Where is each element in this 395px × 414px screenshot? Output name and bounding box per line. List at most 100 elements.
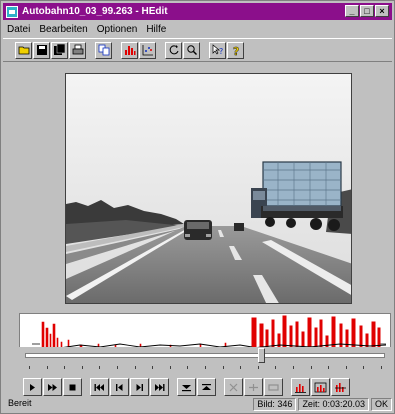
save-button[interactable] <box>33 41 50 59</box>
status-message: Bereit <box>8 397 32 408</box>
cut-icon <box>229 383 238 391</box>
slider-tick <box>310 366 312 369</box>
menu-optionen[interactable]: Optionen <box>97 24 138 35</box>
histogram-small-icon <box>295 383 306 393</box>
slider-tick <box>328 366 330 369</box>
split-icon <box>249 383 258 391</box>
slider-ticks <box>29 366 382 370</box>
slider-tick <box>275 366 277 369</box>
close-button[interactable]: × <box>375 5 389 17</box>
step-back-button[interactable] <box>110 378 129 396</box>
maximize-button[interactable]: □ <box>360 5 374 17</box>
slider-tick <box>64 366 66 369</box>
open-button[interactable] <box>15 41 32 59</box>
save-icon <box>36 45 47 55</box>
print-icon <box>72 44 83 55</box>
step-forward-icon <box>136 383 143 391</box>
mark-down-icon <box>182 384 191 391</box>
slider-tick <box>222 366 224 369</box>
histogram-diff-icon <box>335 382 346 392</box>
fast-forward-icon <box>48 383 57 391</box>
menu-hilfe[interactable]: Hilfe <box>146 24 166 35</box>
menu-bearbeiten[interactable]: Bearbeiten <box>39 24 87 35</box>
frame-number: Bild: 346 <box>253 397 297 411</box>
histogram-button[interactable] <box>121 41 138 59</box>
slider-tick <box>81 366 83 369</box>
slider-tick <box>46 366 48 369</box>
toolbar: ? ? <box>3 38 392 62</box>
slider-tick <box>29 366 30 369</box>
play-icon <box>30 383 35 391</box>
menu-datei[interactable]: Datei <box>7 24 30 35</box>
histogram-icon <box>124 46 135 55</box>
stop-button[interactable] <box>63 378 82 396</box>
svg-text:?: ? <box>219 47 223 56</box>
video-panel <box>19 65 379 312</box>
help-icon: ? <box>232 45 239 56</box>
slider-tick <box>187 366 189 369</box>
timecode: Zeit: 0:03:20.03 <box>298 397 369 411</box>
context-help-button[interactable]: ? <box>209 41 226 59</box>
skip-first-icon <box>94 383 104 391</box>
mark-out-button[interactable] <box>197 378 216 396</box>
merge-button[interactable] <box>264 378 283 396</box>
app-window: Autobahn10_03_99.263 - HEdit _ □ × Datei… <box>0 0 395 414</box>
open-folder-icon <box>18 46 29 55</box>
title-bar[interactable]: Autobahn10_03_99.263 - HEdit _ □ × <box>3 3 392 20</box>
help-button[interactable]: ? <box>227 41 244 59</box>
zoom-button[interactable] <box>183 41 200 59</box>
slider-tick <box>257 366 259 369</box>
merge-icon <box>268 383 279 391</box>
mark-in-button[interactable] <box>177 378 196 396</box>
copy-button[interactable] <box>95 41 112 59</box>
step-forward-button[interactable] <box>130 378 149 396</box>
window-controls: _ □ × <box>345 5 389 17</box>
histogram-view-button[interactable] <box>291 378 310 396</box>
slider-tick <box>152 366 154 369</box>
slider-tick <box>381 366 382 369</box>
step-back-icon <box>116 383 123 391</box>
slider-tick <box>99 366 101 369</box>
skip-last-icon <box>155 383 165 391</box>
split-button[interactable] <box>244 378 263 396</box>
histogram-compare-button[interactable] <box>311 378 330 396</box>
app-icon[interactable] <box>6 5 18 18</box>
highway-scene-image <box>66 74 351 303</box>
play-button[interactable] <box>23 378 42 396</box>
status-bar: Bereit Bild: 346 Zeit: 0:03:20.03 OK <box>3 397 392 411</box>
slider-tick <box>363 366 365 369</box>
slider-tick <box>169 366 171 369</box>
help-pointer-icon: ? <box>212 44 223 56</box>
slider-tick <box>293 366 294 369</box>
svg-text:?: ? <box>233 45 239 56</box>
stop-icon <box>69 384 76 390</box>
slider-tick <box>345 366 347 369</box>
slider-tick <box>205 366 206 369</box>
status-ok: OK <box>370 397 392 411</box>
cut-button[interactable] <box>224 378 243 396</box>
fast-forward-button[interactable] <box>43 378 62 396</box>
copy-icon <box>98 44 109 56</box>
rotate-icon <box>169 45 178 55</box>
menu-bar: Datei Bearbeiten Optionen Hilfe <box>3 22 392 36</box>
rotate-button[interactable] <box>165 41 182 59</box>
slider-track[interactable] <box>25 353 385 358</box>
video-frame[interactable] <box>65 73 352 304</box>
skip-last-button[interactable] <box>150 378 169 396</box>
mark-up-icon <box>202 383 211 390</box>
scatter-button[interactable] <box>139 41 156 59</box>
histogram-diff-button[interactable] <box>331 378 350 396</box>
histogram-compare-icon <box>314 382 327 392</box>
save-all-icon <box>53 44 65 55</box>
window-title: Autobahn10_03_99.263 - HEdit <box>22 6 168 17</box>
frame-slider[interactable] <box>19 347 391 371</box>
zoom-icon <box>186 45 197 55</box>
skip-first-button[interactable] <box>90 378 109 396</box>
print-button[interactable] <box>69 41 86 59</box>
slider-tick <box>134 366 136 369</box>
slider-tick <box>240 366 242 369</box>
scatter-icon <box>142 45 153 56</box>
save-all-button[interactable] <box>51 41 68 59</box>
slider-thumb[interactable] <box>257 348 265 363</box>
minimize-button[interactable]: _ <box>345 5 359 17</box>
